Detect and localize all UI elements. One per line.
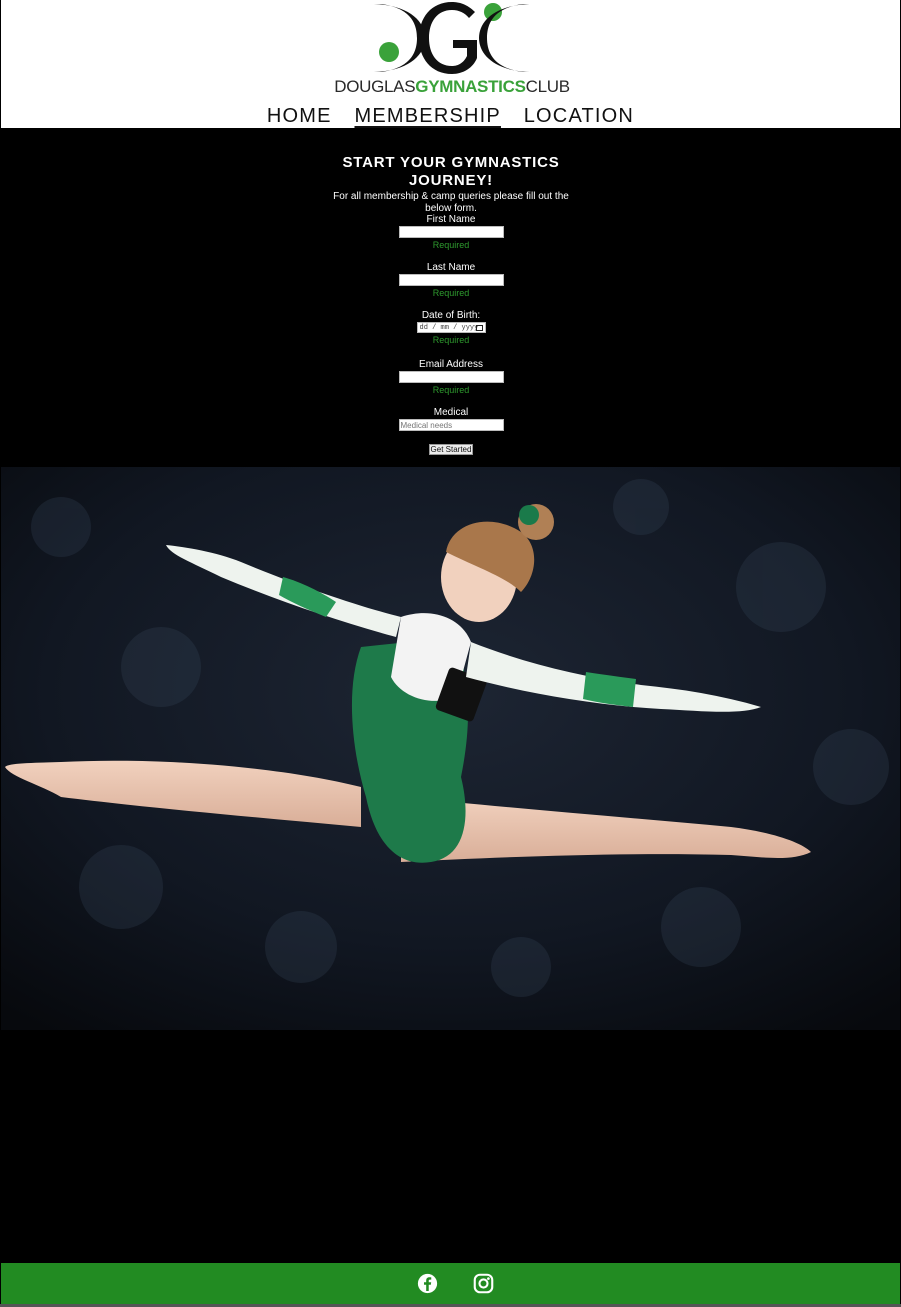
- nav-membership[interactable]: MEMBERSHIP: [354, 105, 500, 127]
- first-name-group: First Name Required: [351, 214, 551, 251]
- calendar-icon[interactable]: [475, 325, 483, 331]
- logo-word-douglas: DOUGLAS: [334, 77, 416, 96]
- gymnast-leap-photo: [1, 467, 900, 1030]
- logo-wordmark: DOUGLASGYMNASTICSCLUB: [334, 77, 570, 97]
- first-name-required-hint: Required: [432, 240, 470, 250]
- logo-word-gymnastics: GYMNASTICS: [415, 77, 526, 96]
- instagram-icon[interactable]: [473, 1273, 494, 1294]
- medical-label: Medical: [433, 407, 469, 418]
- form-title: START YOUR GYMNASTICS JOURNEY!: [342, 154, 560, 189]
- last-name-required-hint: Required: [432, 288, 470, 298]
- last-name-input[interactable]: [398, 274, 504, 286]
- email-group: Email Address Required: [351, 359, 551, 396]
- last-name-group: Last Name Required: [351, 262, 551, 299]
- email-input[interactable]: [398, 371, 504, 383]
- dob-group: Date of Birth: dd / mm / yyyy Required: [351, 310, 551, 346]
- get-started-button[interactable]: Get Started: [429, 444, 473, 455]
- dob-required-hint: Required: [432, 335, 470, 345]
- membership-form-section: START YOUR GYMNASTICS JOURNEY! For all m…: [1, 128, 900, 467]
- email-required-hint: Required: [432, 385, 470, 395]
- logo-word-club: CLUB: [525, 77, 570, 96]
- dgc-logo-icon: [371, 2, 533, 74]
- last-name-label: Last Name: [426, 262, 476, 273]
- hero-image: [1, 467, 900, 1030]
- site-header: DOUGLASGYMNASTICSCLUB HOME MEMBERSHIP LO…: [1, 0, 900, 128]
- first-name-input[interactable]: [398, 226, 504, 238]
- dob-input[interactable]: dd / mm / yyyy: [416, 322, 486, 333]
- medical-group: Medical: [351, 407, 551, 431]
- nav-location[interactable]: LOCATION: [524, 105, 634, 127]
- nav-home[interactable]: HOME: [267, 105, 332, 127]
- club-logo[interactable]: DOUGLASGYMNASTICSCLUB: [334, 0, 570, 96]
- medical-input[interactable]: [398, 419, 504, 431]
- dob-label: Date of Birth:: [421, 310, 481, 321]
- dob-value: dd / mm / yyyy: [419, 324, 479, 332]
- first-name-label: First Name: [426, 214, 476, 225]
- form-intro: For all membership & camp queries please…: [333, 191, 569, 214]
- main-nav: HOME MEMBERSHIP LOCATION: [1, 104, 900, 128]
- email-label: Email Address: [419, 359, 483, 370]
- site-footer: [1, 1263, 900, 1304]
- facebook-icon[interactable]: [417, 1273, 438, 1294]
